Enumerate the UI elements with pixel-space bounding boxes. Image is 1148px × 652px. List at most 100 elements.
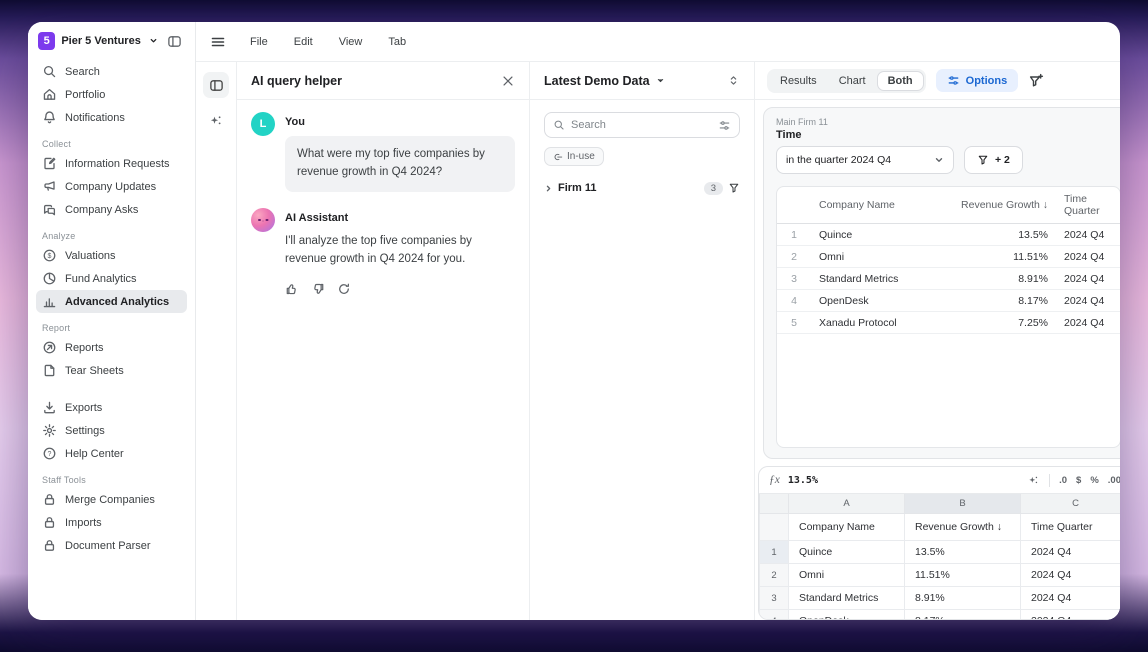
sheet-cell[interactable]: Time Quarter [1021,514,1121,541]
close-icon[interactable] [501,74,515,88]
row-number: 5 [777,312,811,334]
sidebar-item-label: Imports [65,517,102,529]
sidebar-item-advanced-analytics[interactable]: Advanced Analytics [36,290,187,313]
svg-text:?: ? [48,451,52,458]
sidebar-item-information-requests[interactable]: Information Requests [36,152,187,175]
ai-sparkle-icon[interactable] [203,108,229,134]
table-row[interactable]: 4 OpenDesk 8.17% 2024 Q4 [777,290,1120,312]
thumbs-up-icon[interactable] [285,282,299,296]
in-use-filter-chip[interactable]: In-use [544,147,604,166]
sheet-cell[interactable]: Omni [789,564,905,587]
cell-company: Quince [811,224,941,246]
sidebar-item-portfolio[interactable]: Portfolio [36,83,187,106]
column-letter-a[interactable]: A [789,494,905,514]
sheet-cell[interactable]: 2024 Q4 [1021,587,1121,610]
sheet-cell[interactable]: 2024 Q4 [1021,564,1121,587]
cell-quarter: 2024 Q4 [1056,290,1120,312]
chat-panel-title: AI query helper [251,74,342,88]
formula-value[interactable]: 13.5% [788,475,818,486]
menu-file[interactable]: File [248,34,270,50]
sidebar-item-settings[interactable]: Settings [36,419,187,442]
unfold-sort-icon[interactable] [727,73,740,88]
sheet-row: 4 OpenDesk 8.17% 2024 Q4 [760,610,1121,621]
time-filter-select[interactable]: in the quarter 2024 Q4 [776,146,954,174]
row-gutter[interactable]: 1 [760,541,789,564]
sidebar-item-help-center[interactable]: ? Help Center [36,442,187,465]
row-gutter[interactable] [760,514,789,541]
sheet-cell[interactable]: OpenDesk [789,610,905,621]
sidebar-item-search[interactable]: Search [36,60,187,83]
sheet-cell[interactable]: 2024 Q4 [1021,541,1121,564]
ai-sparkle-icon[interactable] [1027,474,1040,487]
funnel-plus-icon[interactable] [1028,73,1044,89]
column-letter-b[interactable]: B [905,494,1021,514]
table-row[interactable]: 3 Standard Metrics 8.91% 2024 Q4 [777,268,1120,290]
row-gutter[interactable]: 3 [760,587,789,610]
search-input[interactable] [571,119,712,131]
regenerate-icon[interactable] [337,282,351,296]
col-revenue-growth[interactable]: Revenue Growth ↓ [941,187,1056,224]
sidebar-collapse-icon[interactable] [164,30,185,52]
sidebar-item-document-parser[interactable]: Document Parser [36,534,187,557]
sidebar-item-label: Company Updates [65,181,156,193]
row-gutter[interactable]: 4 [760,610,789,621]
dropdown-caret-icon[interactable] [656,76,665,85]
menu-view[interactable]: View [337,34,365,50]
sidebar-item-valuations[interactable]: $ Valuations [36,244,187,267]
corner-cell[interactable] [760,494,789,514]
sidebar-item-fund-analytics[interactable]: Fund Analytics [36,267,187,290]
sidebar-item-label: Company Asks [65,204,138,216]
sheet-cell[interactable]: 8.91% [905,587,1021,610]
cell-growth: 11.51% [941,246,1056,268]
decrease-decimal-icon[interactable]: .0 [1059,475,1067,486]
table-row[interactable]: 5 Xanadu Protocol 7.25% 2024 Q4 [777,312,1120,334]
chevron-down-icon[interactable] [149,32,158,50]
thumbs-down-icon[interactable] [311,282,325,296]
sheet-cell[interactable]: Revenue Growth ↓ [905,514,1021,541]
funnel-icon[interactable] [728,182,740,194]
tree-item-firm-11[interactable]: Firm 11 3 [540,179,744,198]
currency-format-icon[interactable]: $ [1076,475,1081,486]
results-tabbar: Results Chart Both Options [755,62,1120,100]
sidebar-item-notifications[interactable]: Notifications [36,106,187,129]
more-filters-label: + 2 [995,154,1010,166]
filter-sliders-icon[interactable] [718,119,731,132]
tab-results[interactable]: Results [769,71,828,91]
menu-edit[interactable]: Edit [292,34,315,50]
sheet-cell[interactable]: Quince [789,541,905,564]
sheet-cell[interactable]: Standard Metrics [789,587,905,610]
table-row[interactable]: 2 Omni 11.51% 2024 Q4 [777,246,1120,268]
percent-format-icon[interactable]: % [1090,475,1098,486]
sidebar-item-merge-companies[interactable]: Merge Companies [36,488,187,511]
more-filters-button[interactable]: + 2 [964,146,1023,174]
tab-chart[interactable]: Chart [828,71,877,91]
sheet-cell[interactable]: Company Name [789,514,905,541]
sidebar-item-label: Merge Companies [65,494,155,506]
options-button[interactable]: Options [936,69,1019,92]
column-letter-c[interactable]: C [1021,494,1121,514]
sidebar-item-tear-sheets[interactable]: Tear Sheets [36,359,187,382]
sidebar-item-imports[interactable]: Imports [36,511,187,534]
sheet-cell[interactable]: 13.5% [905,541,1021,564]
ai-assistant-avatar [251,208,275,232]
sidebar-item-exports[interactable]: Exports [36,396,187,419]
sidebar-item-company-asks[interactable]: Company Asks [36,198,187,221]
data-panel-title[interactable]: Latest Demo Data [544,74,650,88]
sidebar-item-company-updates[interactable]: Company Updates [36,175,187,198]
panel-toggle-icon[interactable] [203,72,229,98]
row-gutter[interactable]: 2 [760,564,789,587]
col-time-quarter[interactable]: Time Quarter [1056,187,1120,224]
sheet-cell[interactable]: 2024 Q4 [1021,610,1121,621]
sidebar-item-label: Settings [65,425,105,437]
col-company-name[interactable]: Company Name [811,187,941,224]
sidebar-item-reports[interactable]: Reports [36,336,187,359]
hamburger-menu-icon[interactable] [210,34,226,50]
sheet-cell[interactable]: 8.17% [905,610,1021,621]
workspace-name[interactable]: Pier 5 Ventures [61,35,141,47]
sheet-cell[interactable]: 11.51% [905,564,1021,587]
sidebar-item-label: Search [65,66,100,78]
increase-decimal-icon[interactable]: .00 [1108,475,1120,486]
table-row[interactable]: 1 Quince 13.5% 2024 Q4 [777,224,1120,246]
menu-tab[interactable]: Tab [386,34,408,50]
tab-both[interactable]: Both [877,71,924,91]
